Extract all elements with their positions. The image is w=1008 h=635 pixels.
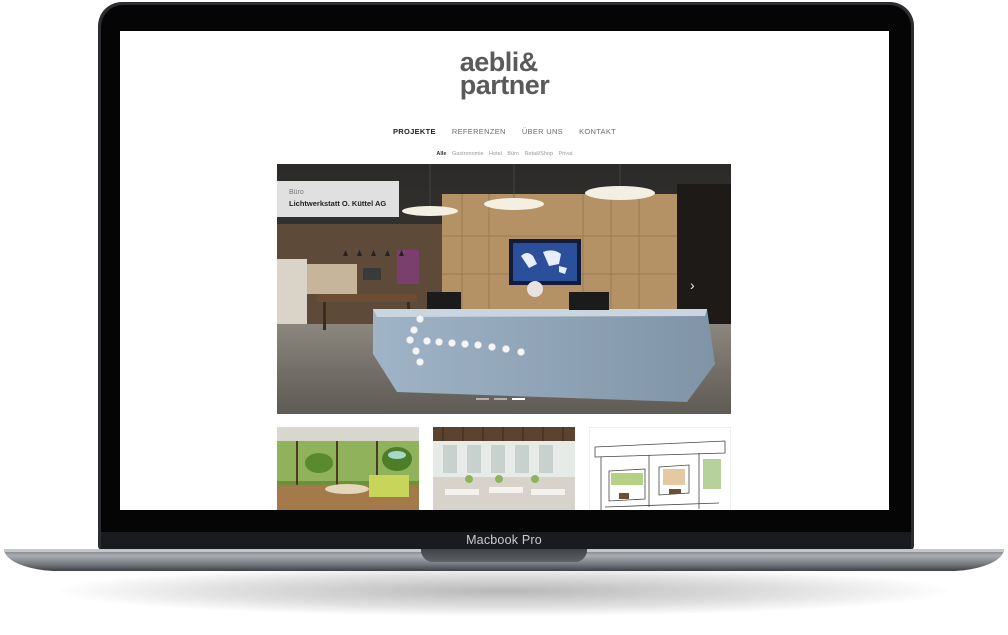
laptop-shadow — [60, 566, 948, 616]
project-thumbnail[interactable] — [433, 427, 575, 510]
slider-dot[interactable] — [494, 398, 507, 400]
project-category: Büro — [289, 189, 304, 196]
nav-item-ueber-uns[interactable]: ÜBER UNS — [522, 127, 563, 136]
chevron-right-icon[interactable]: › — [690, 278, 695, 292]
thumbnail-image — [589, 427, 731, 510]
laptop-notch — [421, 549, 587, 562]
filter-hotel[interactable]: Hotel — [489, 151, 502, 157]
project-thumbnail[interactable] — [589, 427, 731, 510]
project-thumbnail[interactable] — [277, 427, 419, 510]
filter-privat[interactable]: Privat — [559, 151, 573, 157]
main-nav: PROJEKTE REFERENZEN ÜBER UNS KONTAKT — [120, 127, 889, 136]
thumbnail-image — [277, 427, 419, 510]
filter-alle[interactable]: Alle — [436, 151, 446, 157]
hero-slider[interactable]: Büro Lichtwerkstatt O. Küttel AG › — [277, 164, 731, 414]
slider-dot-active[interactable] — [512, 398, 525, 400]
device-label: Macbook Pro — [466, 533, 542, 547]
nav-item-kontakt[interactable]: KONTAKT — [579, 127, 616, 136]
slider-pagination — [476, 398, 530, 414]
category-filter: Alle Gastronomie Hotel Büro Retail/Shop … — [120, 151, 889, 157]
website-screen: aebli& partner PROJEKTE REFERENZEN ÜBER … — [120, 31, 889, 510]
filter-retail-shop[interactable]: Retail/Shop — [525, 151, 553, 157]
filter-buero[interactable]: Büro — [507, 151, 519, 157]
nav-item-projekte[interactable]: PROJEKTE — [393, 127, 436, 136]
project-title: Lichtwerkstatt O. Küttel AG — [289, 199, 387, 208]
nav-item-referenzen[interactable]: REFERENZEN — [452, 127, 506, 136]
site-logo[interactable]: aebli& partner — [120, 49, 889, 100]
filter-gastronomie[interactable]: Gastronomie — [452, 151, 484, 157]
project-caption[interactable]: Büro Lichtwerkstatt O. Küttel AG — [277, 181, 399, 217]
thumbnail-image — [433, 427, 575, 510]
logo-line-2: partner — [459, 70, 550, 100]
slider-dot[interactable] — [476, 398, 489, 400]
